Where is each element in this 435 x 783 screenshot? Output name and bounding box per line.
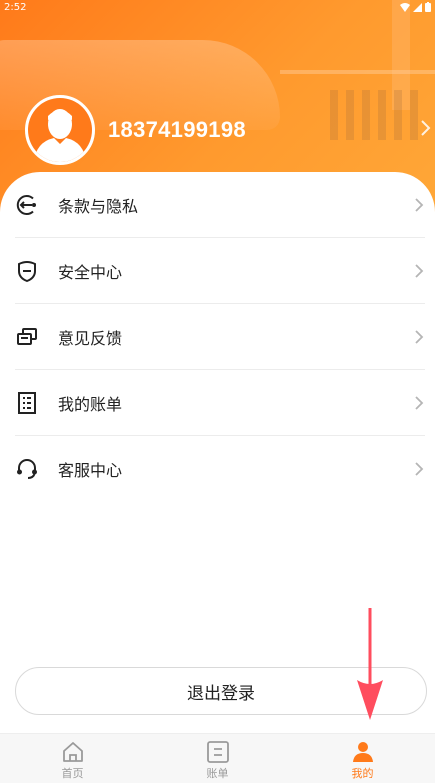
- user-phone-number: 18374199198: [108, 117, 246, 142]
- signal-icon: [413, 2, 422, 12]
- profile-header[interactable]: 18374199198: [25, 95, 435, 165]
- menu-list: 条款与隐私 安全中心 意见反馈 我的账单 客服中心: [15, 172, 425, 502]
- status-time: 2:52: [4, 1, 27, 13]
- menu-item-customer-service[interactable]: 客服中心: [15, 436, 425, 502]
- chevron-right-icon: [415, 462, 424, 476]
- menu-item-label: 我的账单: [58, 394, 123, 414]
- menu-item-security-center[interactable]: 安全中心: [15, 238, 425, 304]
- chevron-right-icon: [415, 198, 424, 212]
- status-bar: 2:52: [0, 0, 435, 14]
- menu-item-label: 安全中心: [58, 262, 123, 282]
- avatar-person-icon: [28, 98, 92, 162]
- menu-item-label: 客服中心: [58, 461, 123, 480]
- menu-item-my-bills[interactable]: 我的账单: [15, 370, 425, 436]
- tab-bills[interactable]: 账单: [145, 734, 290, 783]
- chevron-right-icon[interactable]: [415, 118, 435, 138]
- bill-icon: [15, 391, 39, 415]
- feedback-icon: [15, 325, 39, 349]
- tab-label: 首页: [61, 766, 84, 780]
- tab-mine[interactable]: 我的: [290, 734, 435, 783]
- header-platform-graphic: [280, 70, 435, 74]
- tab-label: 我的: [351, 766, 374, 780]
- bill-tab-icon: [206, 740, 229, 763]
- menu-item-terms-privacy[interactable]: 条款与隐私: [15, 172, 425, 238]
- person-icon: [352, 741, 373, 762]
- menu-item-label: 条款与隐私: [58, 196, 139, 216]
- chevron-right-icon: [415, 264, 424, 278]
- chevron-right-icon: [415, 396, 424, 410]
- chevron-right-icon: [415, 330, 424, 344]
- status-icons: [400, 2, 431, 12]
- shield-icon: [15, 259, 39, 283]
- policy-arrow-icon: [15, 193, 39, 217]
- menu-item-feedback[interactable]: 意见反馈: [15, 304, 425, 370]
- home-icon: [62, 741, 83, 762]
- avatar[interactable]: [25, 95, 95, 165]
- annotation-arrow-icon: [357, 608, 383, 720]
- tab-home[interactable]: 首页: [0, 734, 145, 783]
- menu-item-label: 意见反馈: [58, 328, 123, 348]
- bottom-tab-bar: 首页 账单 我的: [0, 733, 435, 783]
- headset-icon: [15, 457, 39, 481]
- tab-label: 账单: [206, 766, 229, 780]
- battery-icon: [425, 2, 431, 12]
- wifi-icon: [400, 2, 410, 12]
